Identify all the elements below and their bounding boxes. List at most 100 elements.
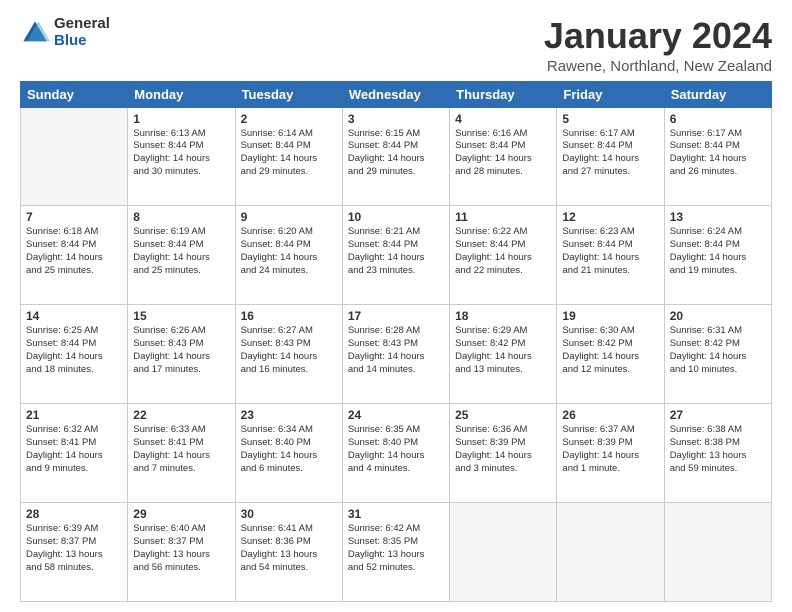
logo: General Blue <box>20 16 110 49</box>
logo-blue-text: Blue <box>54 33 110 50</box>
calendar-cell <box>21 107 128 206</box>
calendar-cell: 29 Sunrise: 6:40 AM Sunset: 8:37 PM Dayli… <box>128 503 235 602</box>
day-number: 12 <box>562 210 658 224</box>
calendar-cell: 4 Sunrise: 6:16 AM Sunset: 8:44 PM Daylig… <box>450 107 557 206</box>
header: General Blue January 2024 Rawene, Northl… <box>20 16 772 75</box>
logo-general-text: General <box>54 16 110 33</box>
calendar-cell: 2Sunrise: 6:14 AM Sunset: 8:44 PM Daylig… <box>235 107 342 206</box>
calendar-week-row: 28Sunrise: 6:39 AM Sunset: 8:37 PM Dayli… <box>21 503 772 602</box>
calendar-table: SundayMondayTuesdayWednesdayThursdayFrid… <box>20 81 772 602</box>
day-number: 27 <box>670 408 766 422</box>
calendar-week-row: 1Sunrise: 6:13 AM Sunset: 8:44 PM Daylig… <box>21 107 772 206</box>
day-info: Sunrise: 6:29 AM Sunset: 8:42 PM Dayligh… <box>455 325 551 376</box>
day-info: Sunrise: 6:23 AM Sunset: 8:44 PM Dayligh… <box>562 226 658 277</box>
weekday-header-tuesday: Tuesday <box>235 81 342 107</box>
day-info: Sunrise: 6:21 AM Sunset: 8:44 PM Dayligh… <box>348 226 444 277</box>
day-info: Sunrise: 6:40 AM Sunset: 8:37 PM Dayligh… <box>133 523 229 574</box>
day-number: 3 <box>348 112 444 126</box>
day-info: Sunrise: 6:30 AM Sunset: 8:42 PM Dayligh… <box>562 325 658 376</box>
logo-text: General Blue <box>54 16 110 49</box>
calendar-cell: 3 Sunrise: 6:15 AM Sunset: 8:44 PM Daylig… <box>342 107 449 206</box>
calendar-cell: 25Sunrise: 6:36 AM Sunset: 8:39 PM Dayli… <box>450 404 557 503</box>
day-info: Sunrise: 6:27 AM Sunset: 8:43 PM Dayligh… <box>241 325 337 376</box>
weekday-header-sunday: Sunday <box>21 81 128 107</box>
calendar-cell: 1Sunrise: 6:13 AM Sunset: 8:44 PM Daylig… <box>128 107 235 206</box>
month-title: January 2024 <box>544 16 772 56</box>
day-number: 21 <box>26 408 122 422</box>
calendar-cell: 21 Sunrise: 6:32 AM Sunset: 8:41 PM Dayli… <box>21 404 128 503</box>
day-info: Sunrise: 6:17 AM Sunset: 8:44 PM Dayligh… <box>562 128 658 179</box>
day-number: 8 <box>133 210 229 224</box>
location: Rawene, Northland, New Zealand <box>544 58 772 75</box>
day-number: 7 <box>26 210 122 224</box>
calendar-week-row: 21 Sunrise: 6:32 AM Sunset: 8:41 PM Dayli… <box>21 404 772 503</box>
calendar-cell: 13 Sunrise: 6:24 AM Sunset: 8:44 PM Dayli… <box>664 206 771 305</box>
day-info: Sunrise: 6:28 AM Sunset: 8:43 PM Dayligh… <box>348 325 444 376</box>
day-info: Sunrise: 6:35 AM Sunset: 8:40 PM Dayligh… <box>348 424 444 475</box>
calendar-week-row: 7Sunrise: 6:18 AM Sunset: 8:44 PM Daylig… <box>21 206 772 305</box>
day-info: Sunrise: 6:41 AM Sunset: 8:36 PM Dayligh… <box>241 523 337 574</box>
weekday-header-thursday: Thursday <box>450 81 557 107</box>
day-number: 10 <box>348 210 444 224</box>
day-number: 6 <box>670 112 766 126</box>
day-number: 22 <box>133 408 229 422</box>
weekday-header-monday: Monday <box>128 81 235 107</box>
day-number: 31 <box>348 507 444 521</box>
day-number: 25 <box>455 408 551 422</box>
day-info: Sunrise: 6:19 AM Sunset: 8:44 PM Dayligh… <box>133 226 229 277</box>
calendar-cell: 24 Sunrise: 6:35 AM Sunset: 8:40 PM Dayli… <box>342 404 449 503</box>
day-number: 2 <box>241 112 337 126</box>
day-number: 13 <box>670 210 766 224</box>
calendar-cell: 10 Sunrise: 6:21 AM Sunset: 8:44 PM Dayli… <box>342 206 449 305</box>
day-number: 1 <box>133 112 229 126</box>
day-info: Sunrise: 6:42 AM Sunset: 8:35 PM Dayligh… <box>348 523 444 574</box>
calendar-cell: 23Sunrise: 6:34 AM Sunset: 8:40 PM Dayli… <box>235 404 342 503</box>
calendar-cell: 22 Sunrise: 6:33 AM Sunset: 8:41 PM Dayli… <box>128 404 235 503</box>
calendar-cell: 8 Sunrise: 6:19 AM Sunset: 8:44 PM Daylig… <box>128 206 235 305</box>
day-info: Sunrise: 6:33 AM Sunset: 8:41 PM Dayligh… <box>133 424 229 475</box>
day-info: Sunrise: 6:22 AM Sunset: 8:44 PM Dayligh… <box>455 226 551 277</box>
day-number: 30 <box>241 507 337 521</box>
weekday-header-wednesday: Wednesday <box>342 81 449 107</box>
day-number: 11 <box>455 210 551 224</box>
calendar-cell: 6 Sunrise: 6:17 AM Sunset: 8:44 PM Daylig… <box>664 107 771 206</box>
calendar-cell: 14Sunrise: 6:25 AM Sunset: 8:44 PM Dayli… <box>21 305 128 404</box>
calendar-cell: 12 Sunrise: 6:23 AM Sunset: 8:44 PM Dayli… <box>557 206 664 305</box>
calendar-cell: 7Sunrise: 6:18 AM Sunset: 8:44 PM Daylig… <box>21 206 128 305</box>
day-number: 24 <box>348 408 444 422</box>
day-number: 16 <box>241 309 337 323</box>
logo-icon <box>20 18 50 48</box>
weekday-header-row: SundayMondayTuesdayWednesdayThursdayFrid… <box>21 81 772 107</box>
day-number: 20 <box>670 309 766 323</box>
calendar-cell: 26Sunrise: 6:37 AM Sunset: 8:39 PM Dayli… <box>557 404 664 503</box>
calendar-cell: 18Sunrise: 6:29 AM Sunset: 8:42 PM Dayli… <box>450 305 557 404</box>
day-number: 23 <box>241 408 337 422</box>
calendar-cell: 9Sunrise: 6:20 AM Sunset: 8:44 PM Daylig… <box>235 206 342 305</box>
calendar-cell: 27Sunrise: 6:38 AM Sunset: 8:38 PM Dayli… <box>664 404 771 503</box>
calendar-cell: 11 Sunrise: 6:22 AM Sunset: 8:44 PM Dayli… <box>450 206 557 305</box>
day-number: 26 <box>562 408 658 422</box>
calendar-cell <box>664 503 771 602</box>
day-number: 17 <box>348 309 444 323</box>
day-number: 29 <box>133 507 229 521</box>
calendar-week-row: 14Sunrise: 6:25 AM Sunset: 8:44 PM Dayli… <box>21 305 772 404</box>
day-info: Sunrise: 6:15 AM Sunset: 8:44 PM Dayligh… <box>348 128 444 179</box>
page: General Blue January 2024 Rawene, Northl… <box>0 0 792 612</box>
calendar-cell: 20 Sunrise: 6:31 AM Sunset: 8:42 PM Dayli… <box>664 305 771 404</box>
day-info: Sunrise: 6:24 AM Sunset: 8:44 PM Dayligh… <box>670 226 766 277</box>
calendar-cell: 28Sunrise: 6:39 AM Sunset: 8:37 PM Dayli… <box>21 503 128 602</box>
day-info: Sunrise: 6:26 AM Sunset: 8:43 PM Dayligh… <box>133 325 229 376</box>
day-number: 5 <box>562 112 658 126</box>
day-info: Sunrise: 6:31 AM Sunset: 8:42 PM Dayligh… <box>670 325 766 376</box>
calendar-cell: 5 Sunrise: 6:17 AM Sunset: 8:44 PM Daylig… <box>557 107 664 206</box>
calendar-cell: 16 Sunrise: 6:27 AM Sunset: 8:43 PM Dayli… <box>235 305 342 404</box>
day-info: Sunrise: 6:32 AM Sunset: 8:41 PM Dayligh… <box>26 424 122 475</box>
day-number: 28 <box>26 507 122 521</box>
day-info: Sunrise: 6:16 AM Sunset: 8:44 PM Dayligh… <box>455 128 551 179</box>
calendar-cell: 19Sunrise: 6:30 AM Sunset: 8:42 PM Dayli… <box>557 305 664 404</box>
calendar-cell: 30 Sunrise: 6:41 AM Sunset: 8:36 PM Dayli… <box>235 503 342 602</box>
day-info: Sunrise: 6:20 AM Sunset: 8:44 PM Dayligh… <box>241 226 337 277</box>
day-number: 4 <box>455 112 551 126</box>
calendar-cell: 17 Sunrise: 6:28 AM Sunset: 8:43 PM Dayli… <box>342 305 449 404</box>
day-info: Sunrise: 6:17 AM Sunset: 8:44 PM Dayligh… <box>670 128 766 179</box>
